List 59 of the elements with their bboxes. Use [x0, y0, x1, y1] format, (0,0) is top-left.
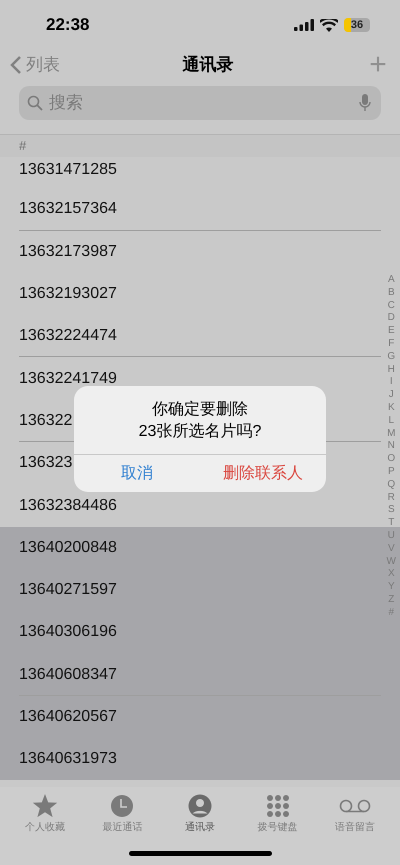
contact-number: 136323: [19, 453, 72, 474]
chevron-left-icon: [10, 56, 22, 74]
clock-icon: [110, 794, 134, 818]
contact-number: 13632224474: [19, 326, 117, 346]
index-letter[interactable]: O: [387, 453, 396, 466]
contact-number: 13640620567: [19, 707, 117, 727]
index-letter[interactable]: M: [387, 428, 396, 440]
battery-icon: 36: [344, 18, 370, 32]
index-letter[interactable]: S: [388, 504, 395, 518]
index-letter[interactable]: J: [388, 389, 394, 402]
add-button[interactable]: +: [366, 50, 390, 80]
search-field[interactable]: 搜索: [19, 86, 381, 120]
index-letter[interactable]: F: [388, 338, 394, 351]
index-letter[interactable]: D: [388, 312, 395, 326]
alert-message: 你确定要删除 23张所选名片吗?: [138, 400, 262, 442]
index-letter[interactable]: H: [388, 364, 395, 376]
tab-item[interactable]: 个人收藏: [8, 793, 81, 835]
back-button[interactable]: 列表: [10, 52, 60, 78]
index-letter[interactable]: C: [388, 300, 395, 312]
index-letter[interactable]: P: [388, 466, 395, 479]
tab-item[interactable]: 通讯录: [164, 793, 236, 835]
nav-title: 通讯录: [182, 54, 234, 76]
keypad-icon: [266, 794, 290, 818]
contact-number: 13640608347: [19, 664, 117, 685]
index-letter[interactable]: Q: [387, 478, 396, 492]
contact-number: 13632157364: [19, 199, 117, 220]
index-letter[interactable]: R: [388, 492, 395, 504]
status-time: 22:38: [46, 14, 90, 36]
index-letter[interactable]: E: [388, 325, 395, 338]
index-letter[interactable]: K: [388, 402, 395, 415]
contact-number: 13640306196: [19, 622, 117, 642]
section-header: #: [19, 137, 26, 156]
index-letter[interactable]: N: [388, 440, 395, 454]
contact-number: 136322: [19, 410, 72, 431]
signal-icon: [294, 19, 314, 31]
index-letter[interactable]: #: [388, 606, 394, 620]
contact-number: 13640271597: [19, 580, 117, 600]
index-letter[interactable]: G: [387, 350, 396, 364]
contact-number: 13632173987: [19, 242, 117, 262]
index-letter[interactable]: B: [388, 286, 395, 300]
voicemail-icon: [339, 799, 372, 813]
wifi-icon: [320, 18, 338, 32]
tab-item[interactable]: 语音留言: [319, 793, 392, 835]
contact-number: 13632241749: [19, 368, 117, 389]
index-letter[interactable]: L: [388, 414, 394, 428]
index-letter[interactable]: T: [388, 517, 394, 530]
index-letter[interactable]: I: [390, 376, 393, 390]
person-icon: [188, 794, 212, 818]
tab-item[interactable]: 拨号键盘: [242, 793, 314, 835]
contact-number: 13631471285: [19, 160, 117, 180]
microphone-icon[interactable]: [359, 94, 371, 112]
star-icon: [32, 794, 58, 818]
contact-number: 13632193027: [19, 284, 117, 304]
contact-number: 13640200848: [19, 538, 117, 558]
search-icon: [27, 95, 43, 111]
contact-number: 13640631973: [19, 749, 117, 770]
contact-number: 13632384486: [19, 496, 117, 516]
tab-item[interactable]: 最近通话: [86, 793, 158, 835]
index-letter[interactable]: A: [388, 274, 395, 287]
